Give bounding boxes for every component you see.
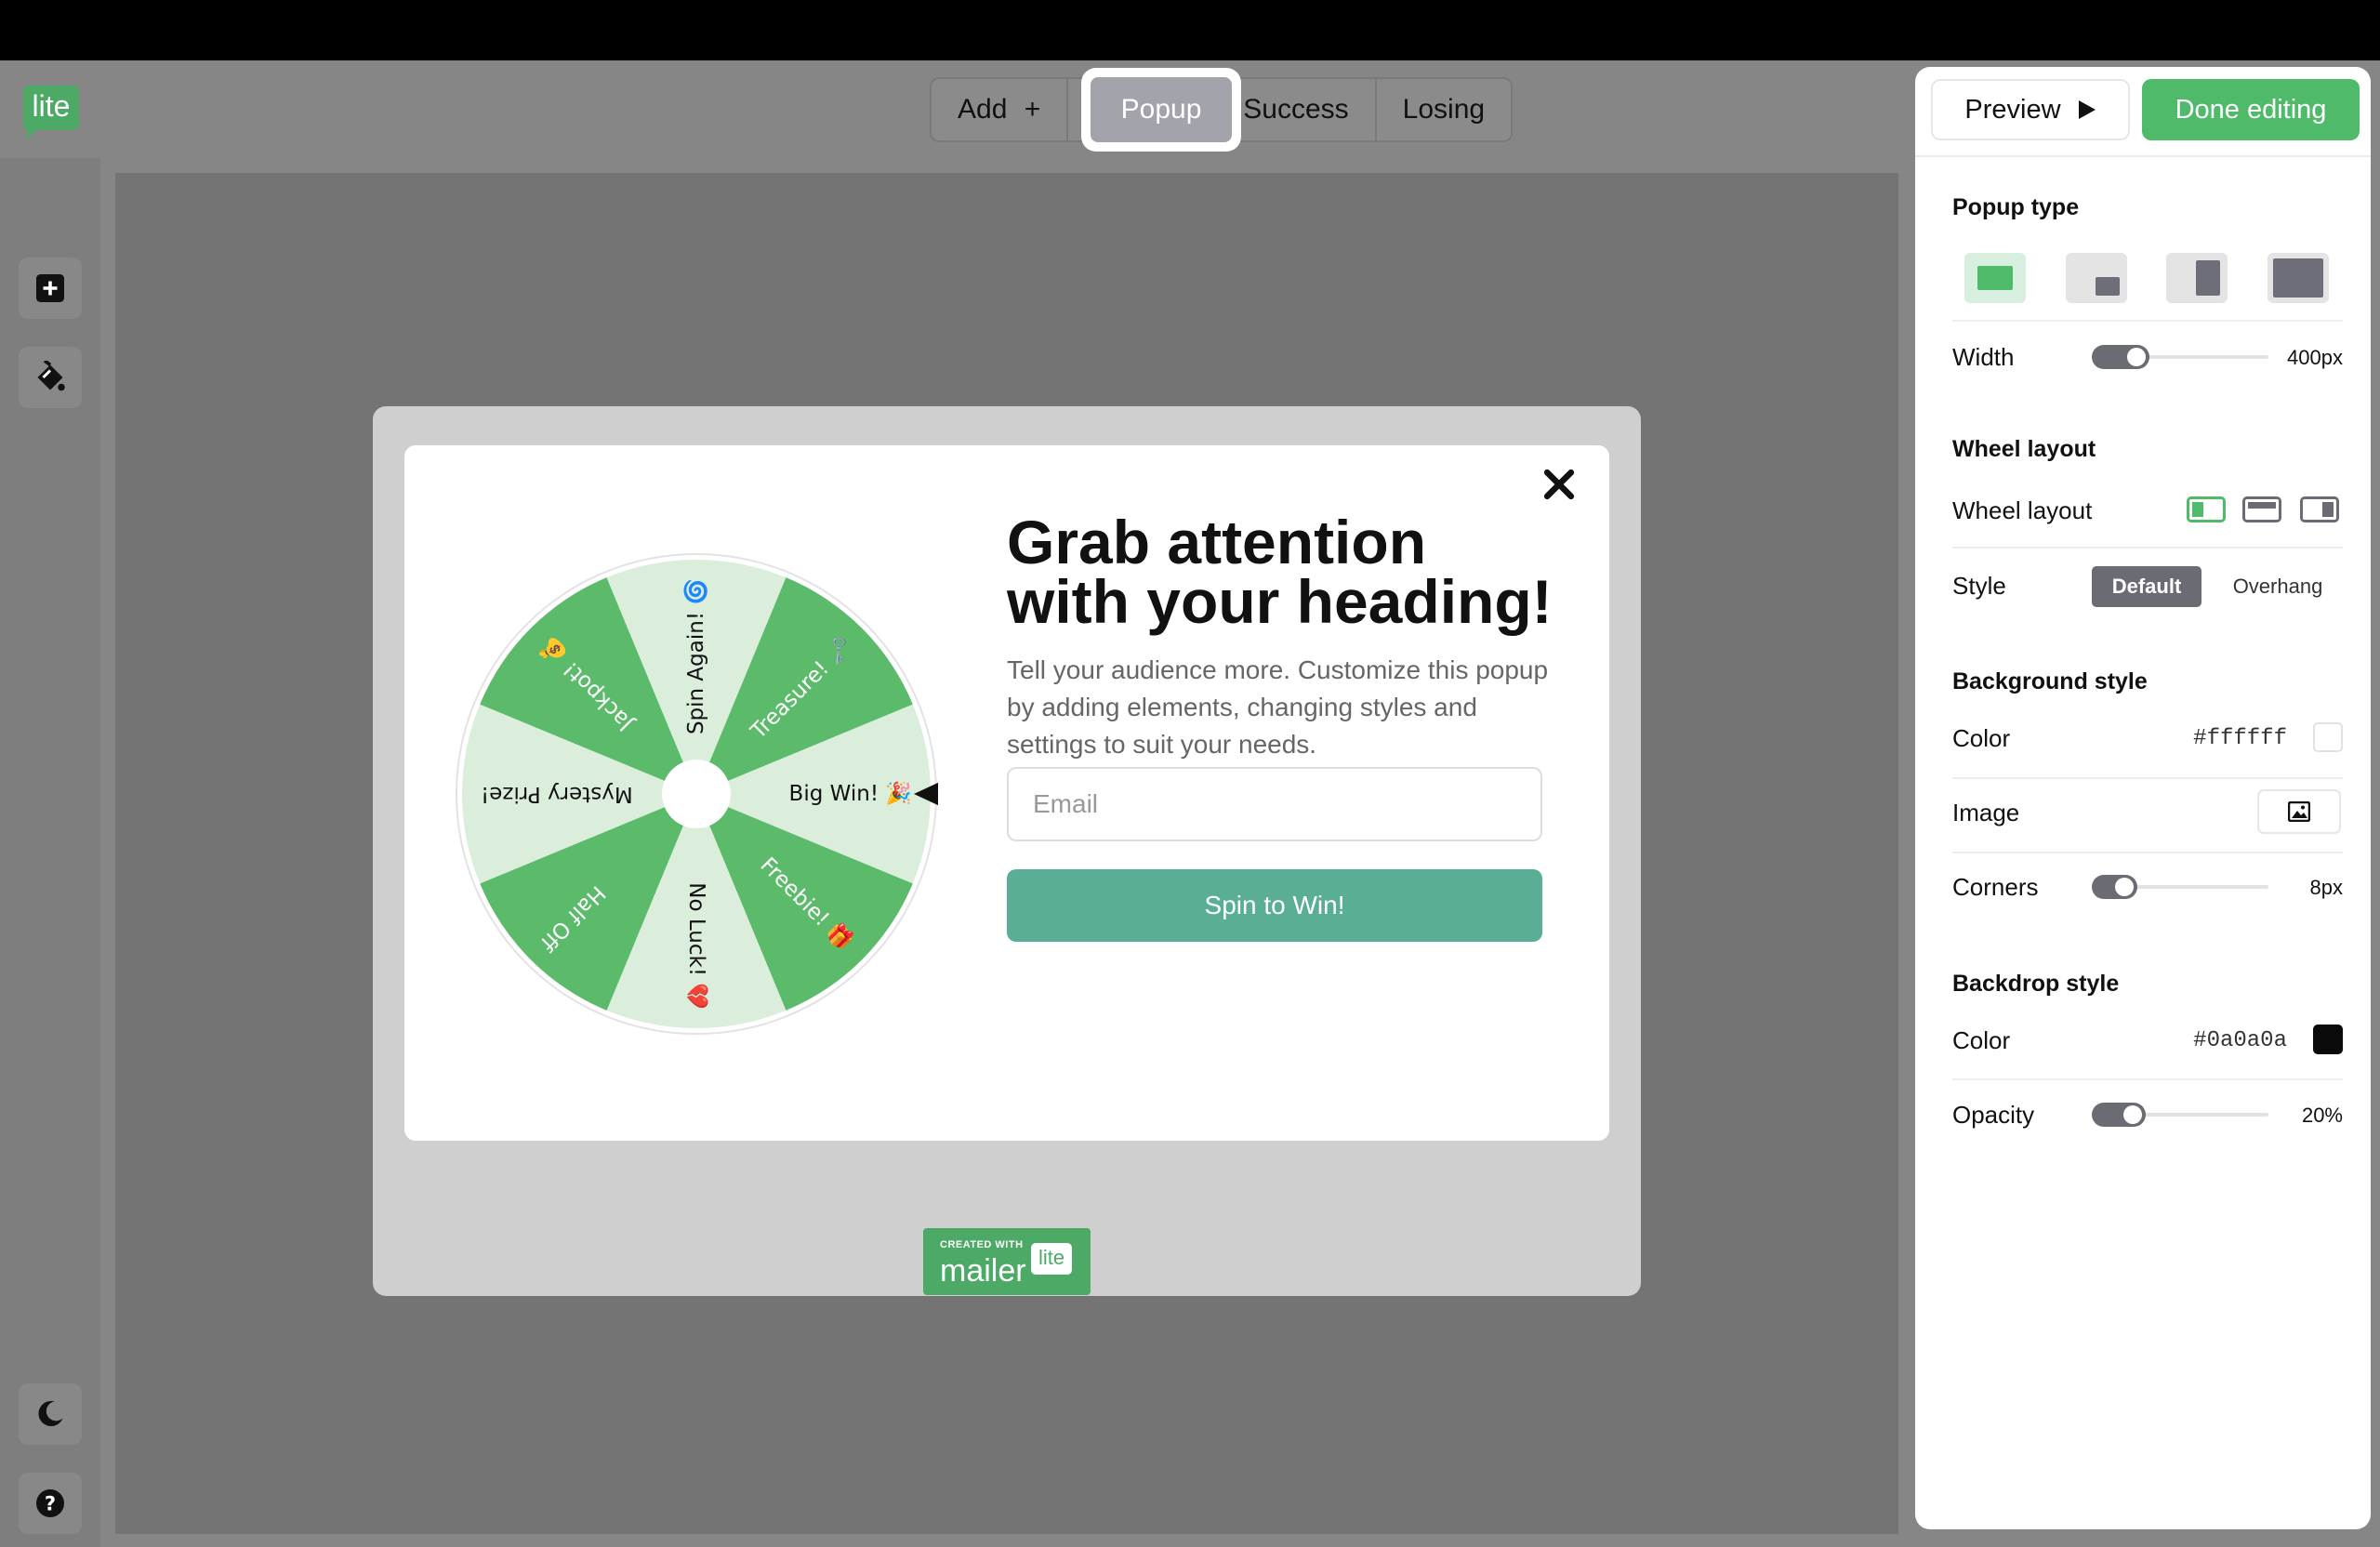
close-icon[interactable]: [1539, 464, 1580, 505]
popup-type-corner[interactable]: [2066, 253, 2127, 303]
separator: [1952, 852, 2343, 853]
plus-icon: +: [1024, 94, 1041, 125]
bg-color-label: Color: [1952, 724, 2011, 752]
backdrop-color-value: #0a0a0a: [2193, 1028, 2287, 1053]
paint-bucket-icon: [37, 361, 65, 391]
moon-icon: [38, 1401, 63, 1427]
style-overhang-button[interactable]: Overhang: [2213, 566, 2343, 607]
tab-add[interactable]: Add +: [932, 79, 1069, 140]
badge-lite: lite: [1031, 1243, 1072, 1275]
image-picker-button[interactable]: [2257, 789, 2341, 834]
wheel-segment-label: Mystery Prize!: [481, 782, 633, 806]
popup-type-side[interactable]: [2166, 253, 2228, 303]
image-icon: [2288, 801, 2310, 822]
backdrop-color-swatch[interactable]: [2313, 1025, 2343, 1054]
popup-heading-line2: with your heading!: [1007, 567, 1553, 636]
popup-type-centered[interactable]: [1964, 253, 2026, 303]
style-button[interactable]: [19, 347, 82, 408]
bg-color-value: #ffffff: [2193, 726, 2287, 751]
tab-add-label: Add: [958, 94, 1008, 125]
preview-label: Preview: [1964, 94, 2061, 125]
popup-heading-line1: Grab attention: [1007, 508, 1427, 576]
wheel-layout-left[interactable]: [2187, 496, 2226, 522]
popup-subtext: Tell your audience more. Customize this …: [1007, 655, 1549, 759]
bg-color-swatch[interactable]: [2313, 722, 2343, 752]
popup-preview[interactable]: Big Win! 🎉 Freebie! 🎁 No Luck! 💔 Half Off My…: [404, 445, 1609, 1141]
wheel-hub: [662, 760, 731, 828]
play-icon: [2078, 100, 2096, 119]
tab-popup-highlight: Popup: [1081, 68, 1241, 152]
left-toolbar: ?: [0, 158, 100, 1547]
preview-button[interactable]: Preview: [1931, 79, 2130, 140]
window-top-bar: [0, 0, 2380, 60]
separator: [1952, 547, 2343, 549]
created-with-mailerlite-badge[interactable]: CREATED WITH mailer lite: [923, 1228, 1091, 1295]
wheel-layout-title: Wheel layout: [1952, 436, 2096, 462]
help-button[interactable]: ?: [19, 1473, 82, 1534]
wheel-segment-label: No Luck! 💔: [684, 882, 709, 1010]
width-label: Width: [1952, 343, 2015, 371]
email-input[interactable]: [1007, 767, 1542, 841]
image-label: Image: [1952, 799, 2020, 826]
dark-mode-button[interactable]: [19, 1383, 82, 1445]
wheel-layout-top[interactable]: [2242, 496, 2281, 522]
badge-small-text: CREATED WITH: [940, 1239, 1024, 1250]
backdrop-style-title: Backdrop style: [1952, 971, 2120, 997]
wheel-layout-label: Wheel layout: [1952, 496, 2093, 524]
width-value: 400px: [2287, 346, 2343, 369]
separator: [1952, 320, 2343, 322]
backdrop-color-label: Color: [1952, 1026, 2011, 1054]
tab-losing[interactable]: Losing: [1377, 79, 1511, 140]
add-element-button[interactable]: [19, 258, 82, 319]
popup-type-title: Popup type: [1952, 194, 2080, 220]
corners-slider[interactable]: [2092, 873, 2268, 901]
popup-heading: Grab attention with your heading!: [1007, 511, 1565, 632]
wheel-segment-label: Big Win! 🎉: [789, 781, 912, 806]
corners-value: 8px: [2309, 876, 2343, 899]
done-editing-button[interactable]: Done editing: [2142, 79, 2360, 140]
opacity-label: Opacity: [1952, 1101, 2035, 1129]
separator: [1952, 1078, 2343, 1080]
width-slider[interactable]: [2092, 343, 2268, 371]
style-default-button[interactable]: Default: [2092, 566, 2202, 607]
wheel-segment-label: Spin Again! 🌀: [682, 578, 708, 734]
help-circle-icon: ?: [36, 1489, 64, 1517]
badge-brand: mailer: [940, 1253, 1026, 1289]
svg-text:?: ?: [45, 1493, 56, 1515]
spin-to-win-button[interactable]: Spin to Win!: [1007, 869, 1542, 942]
opacity-slider[interactable]: [2092, 1101, 2268, 1129]
separator: [1952, 777, 2343, 779]
wheel-layout-right[interactable]: [2300, 496, 2339, 522]
popup-type-fullscreen[interactable]: [2268, 253, 2329, 303]
panel-divider: [1915, 155, 2371, 157]
add-square-icon: [36, 274, 64, 302]
prize-wheel[interactable]: Big Win! 🎉Freebie! 🎁No Luck! 💔Half OffMy…: [455, 552, 938, 1036]
tab-popup[interactable]: Popup: [1091, 77, 1232, 142]
app-logo: lite: [23, 86, 79, 139]
corners-label: Corners: [1952, 873, 2039, 901]
opacity-value: 20%: [2301, 1104, 2343, 1127]
style-label: Style: [1952, 572, 2006, 600]
settings-panel: Preview Done editing Popup type Width 40…: [1915, 67, 2371, 1529]
background-style-title: Background style: [1952, 668, 2148, 694]
